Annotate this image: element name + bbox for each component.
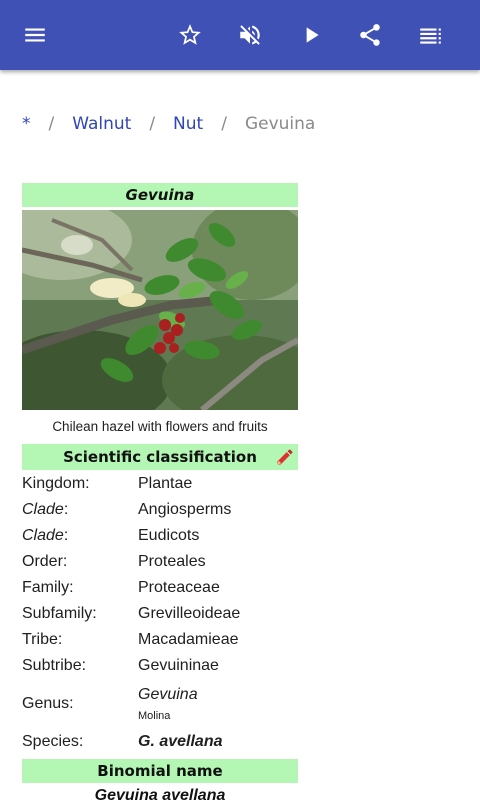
taxon-rank: Order: <box>22 553 68 570</box>
taxon-value[interactable]: Grevilleoideae <box>138 601 298 627</box>
genus-name[interactable]: Gevuina <box>138 686 298 704</box>
play-icon <box>306 27 319 43</box>
share-icon <box>360 24 380 46</box>
rank-colon: : <box>63 527 69 544</box>
taxon-row: Subtribe: Gevuininae <box>22 653 298 679</box>
menu-button[interactable] <box>11 11 59 59</box>
play-button[interactable] <box>287 11 335 59</box>
share-button[interactable] <box>346 11 394 59</box>
classification-table: Kingdom: Plantae Clade: Angiosperms Clad… <box>22 471 298 755</box>
breadcrumb: * / Walnut / Nut / Gevuina <box>22 112 315 136</box>
breadcrumb-separator: / <box>149 114 156 134</box>
binomial-name: Gevuina avellana <box>94 787 226 804</box>
taxon-value[interactable]: Macadamieae <box>138 627 298 653</box>
taxon-rank-clade[interactable]: Clade <box>22 501 64 518</box>
taxon-row: Clade: Angiosperms <box>22 497 298 523</box>
taxon-rank: Genus: <box>22 695 74 712</box>
taxon-value[interactable]: Plantae <box>138 471 298 497</box>
playlist-icon <box>420 28 441 44</box>
taxon-row: Subfamily: Grevilleoideae <box>22 601 298 627</box>
taxon-rank: Species: <box>22 733 84 750</box>
star-icon <box>179 24 201 45</box>
binomial-header: Binomial name <box>22 759 298 783</box>
mute-button[interactable] <box>226 11 274 59</box>
taxon-rank-clade[interactable]: Clade <box>22 527 64 544</box>
species-photo[interactable] <box>22 210 298 410</box>
taxon-value[interactable]: Proteales <box>138 549 298 575</box>
taxon-value: Gevuina Molina <box>138 679 298 729</box>
menu-icon <box>25 28 45 42</box>
taxon-rank: Family: <box>22 579 74 596</box>
image-caption: Chilean hazel with flowers and fruits <box>52 419 268 434</box>
taxobox: Gevuina Chilean hazel with flowers and f… <box>22 183 298 805</box>
volume-off-icon <box>240 25 260 45</box>
taxon-row: Genus: Gevuina Molina <box>22 679 298 729</box>
app-bar <box>0 0 480 70</box>
taxon-rank: Tribe: <box>22 631 63 648</box>
breadcrumb-walnut-link[interactable]: Walnut <box>72 114 131 134</box>
breadcrumb-home-link[interactable]: * <box>22 114 31 134</box>
breadcrumb-nut-link[interactable]: Nut <box>173 114 203 134</box>
taxon-rank: Clade: <box>22 497 138 523</box>
classification-header: Scientific classification <box>22 444 298 470</box>
taxon-value[interactable]: Angiosperms <box>138 497 298 523</box>
contents-button[interactable] <box>406 11 454 59</box>
taxon-rank: Clade: <box>22 523 138 549</box>
genus-author: Molina <box>138 710 171 722</box>
classification-title: Scientific classification <box>63 448 257 466</box>
taxon-row: Kingdom: Plantae <box>22 471 298 497</box>
favorite-button[interactable] <box>166 11 214 59</box>
taxon-rank: Kingdom: <box>22 475 90 492</box>
taxon-row: Clade: Eudicots <box>22 523 298 549</box>
taxon-rank: Subfamily: <box>22 605 97 622</box>
breadcrumb-separator: / <box>48 114 55 134</box>
taxon-row: Order: Proteales <box>22 549 298 575</box>
taxon-value[interactable]: Gevuininae <box>138 653 298 679</box>
rank-colon: : <box>63 501 69 518</box>
taxobox-title: Gevuina <box>22 183 298 207</box>
taxon-row: Tribe: Macadamieae <box>22 627 298 653</box>
taxon-value[interactable]: Eudicots <box>138 523 298 549</box>
breadcrumb-separator: / <box>221 114 227 134</box>
species-name: G. avellana <box>138 733 223 750</box>
taxon-row: Family: Proteaceae <box>22 575 298 601</box>
breadcrumb-current: Gevuina <box>244 114 316 134</box>
taxon-rank: Subtribe: <box>22 657 87 674</box>
edit-pencil-icon[interactable] <box>275 447 295 467</box>
taxon-row: Species: G. avellana <box>22 729 298 755</box>
taxon-value[interactable]: Proteaceae <box>138 575 298 601</box>
